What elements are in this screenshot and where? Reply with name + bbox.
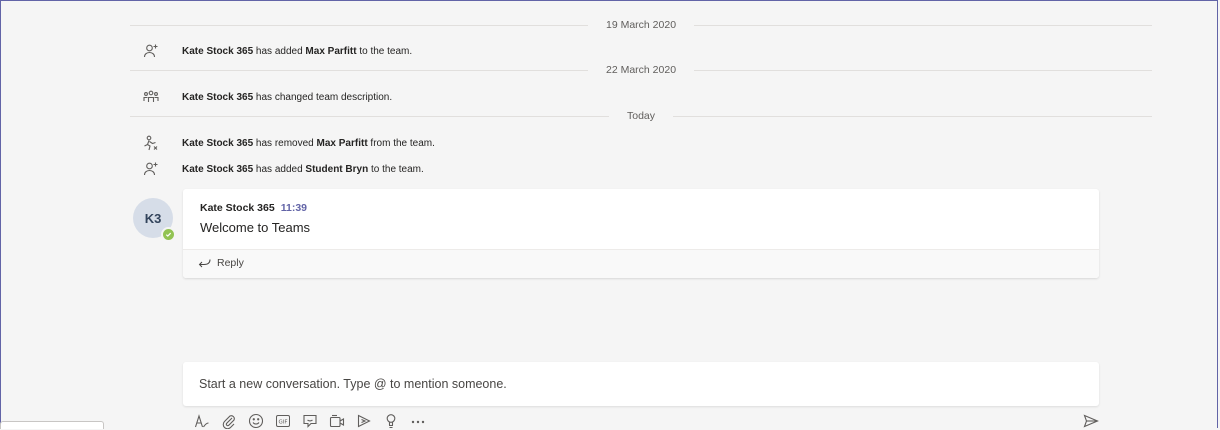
compose-toolbar: GIF [193,412,427,430]
person-add-icon [140,42,162,60]
event-text: to the team. [368,163,424,175]
reply-band [183,250,1099,278]
date-divider-label: 19 March 2020 [605,19,677,31]
date-divider-label: 22 March 2020 [605,64,677,76]
event-text: has added [253,45,306,57]
meet-now-icon[interactable] [328,412,346,430]
event-actor: Kate Stock 365 [182,137,254,149]
date-divider: 19 March 2020 [130,18,1153,32]
message-body: Welcome to Teams [200,220,311,235]
person-leave-icon [140,134,162,152]
activity-event: Kate Stock 365 has changed team descript… [140,88,392,106]
event-text: has added [253,163,306,175]
reply-label: Reply [217,257,244,269]
stream-icon[interactable] [355,412,373,430]
date-divider: Today [130,109,1152,123]
activity-event: Kate Stock 365 has removed Max Parfitt f… [140,134,435,152]
event-actor: Kate Stock 365 [182,91,254,103]
message-author[interactable]: Kate Stock 365 [200,202,275,214]
send-button[interactable] [1082,413,1100,429]
reply-icon [198,259,211,268]
event-actor: Kate Stock 365 [182,45,254,57]
event-text: from the team. [367,137,435,149]
send-icon [1083,414,1099,428]
compose-placeholder: Start a new conversation. Type @ to ment… [199,377,507,391]
event-text: has removed [253,137,317,149]
event-target: Max Parfitt [316,137,368,149]
message-time: 11:39 [280,202,307,214]
emoji-icon[interactable] [247,412,265,430]
presence-available-icon [161,227,176,242]
event-target: Student Bryn [305,163,369,175]
compose-box[interactable]: Start a new conversation. Type @ to ment… [183,362,1099,406]
team-icon [140,88,162,106]
date-divider-label: Today [626,110,656,122]
event-text: to the team. [356,45,413,57]
avatar-initials: K3 [144,210,162,226]
sticker-icon[interactable] [301,412,319,430]
activity-event: Kate Stock 365 has added Student Bryn to… [140,160,424,178]
message-card[interactable]: Kate Stock 365 11:39 Welcome to Teams Rep… [183,189,1099,278]
gif-icon[interactable]: GIF [274,412,292,430]
reply-button[interactable]: Reply [198,253,244,273]
event-actor: Kate Stock 365 [182,163,254,175]
attach-icon[interactable] [220,412,238,430]
activity-event: Kate Stock 365 has added Max Parfitt to … [140,42,412,60]
message-header: Kate Stock 365 11:39 [200,202,307,214]
praise-icon[interactable] [382,412,400,430]
person-add-icon [140,160,162,178]
date-divider: 22 March 2020 [130,63,1153,77]
svg-text:GIF: GIF [278,420,287,426]
message-divider [183,249,1099,250]
format-icon[interactable] [193,412,211,430]
more-options-icon[interactable] [409,412,427,430]
event-text: has changed team description. [253,91,393,103]
event-target: Max Parfitt [305,45,357,57]
